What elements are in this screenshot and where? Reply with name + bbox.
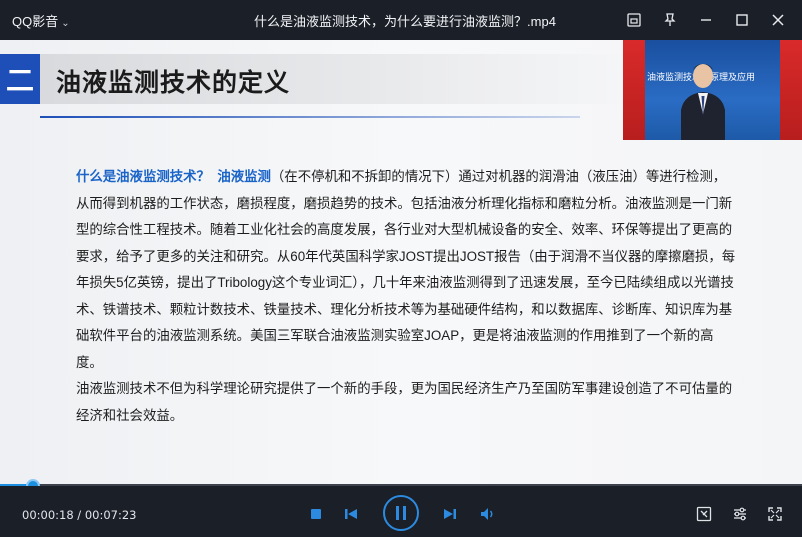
video-area[interactable]: 二 油液监测技术的定义 什么是油液监测技术？ 油液监测（在不停机和不拆卸的情况下… <box>0 40 802 486</box>
paragraph-1: 什么是油液监测技术？ 油液监测（在不停机和不拆卸的情况下）通过对机器的润滑油（液… <box>76 164 736 376</box>
title-bar: QQ影音 ⌄ 什么是油液监测技术，为什么要进行油液监测？.mp4 <box>0 0 802 40</box>
stop-button[interactable] <box>306 504 326 524</box>
header-underline <box>40 116 580 118</box>
window-controls <box>616 0 796 40</box>
app-menu[interactable]: QQ影音 ⌄ <box>12 11 70 30</box>
pin-icon[interactable] <box>652 0 688 40</box>
flag-left <box>623 40 645 140</box>
screenshot-icon <box>696 506 712 522</box>
highlight-term: 油液监测 <box>217 169 271 184</box>
slide-body: 什么是油液监测技术？ 油液监测（在不停机和不拆卸的情况下）通过对机器的润滑油（液… <box>76 164 736 429</box>
settings-icon <box>734 507 746 521</box>
fullscreen-button[interactable] <box>764 504 786 524</box>
player-window: QQ影音 ⌄ 什么是油液监测技术，为什么要进行油液监测？.mp4 二 油液监测技… <box>0 0 802 537</box>
fullscreen-icon <box>768 507 782 521</box>
previous-icon <box>345 509 357 519</box>
time-separator: / <box>73 508 85 522</box>
previous-button[interactable] <box>341 504 361 524</box>
stop-icon <box>311 509 321 519</box>
speaker-figure <box>681 64 725 140</box>
slide-title: 油液监测技术的定义 <box>56 69 291 97</box>
capture-button[interactable] <box>693 504 715 524</box>
flag-right <box>780 40 802 140</box>
pause-icon <box>383 495 419 531</box>
next-icon <box>444 509 456 519</box>
control-bar: 00:00:18 / 00:07:23 <box>0 486 802 537</box>
next-button[interactable] <box>440 504 460 524</box>
paragraph-1-text: （在不停机和不拆卸的情况下）通过对机器的润滑油（液压油）等进行检测，从而得到机器… <box>76 169 736 370</box>
app-name: QQ影音 <box>12 14 59 29</box>
paragraph-2: 油液监测技术不但为科学理论研究提供了一个新的手段，更为国民经济生产乃至国防军事建… <box>76 381 733 423</box>
speaker-overlay: 油液监测技术的原理及应用 <box>623 40 802 140</box>
highlight-question: 什么是油液监测技术？ <box>76 169 210 184</box>
screenshot-icon[interactable] <box>616 0 652 40</box>
close-icon[interactable] <box>760 0 796 40</box>
section-number: 二 <box>0 54 40 104</box>
volume-button[interactable] <box>477 504 499 524</box>
chevron-down-icon: ⌄ <box>61 18 70 29</box>
current-time: 00:00:18 <box>22 508 74 522</box>
window-title: 什么是油液监测技术，为什么要进行油液监测？.mp4 <box>254 14 556 29</box>
pause-button[interactable] <box>382 494 420 532</box>
settings-button[interactable] <box>729 504 751 524</box>
total-time: 00:07:23 <box>84 508 137 522</box>
time-display: 00:00:18 / 00:07:23 <box>22 508 137 522</box>
volume-icon <box>481 508 493 520</box>
minimize-icon[interactable] <box>688 0 724 40</box>
maximize-icon[interactable] <box>724 0 760 40</box>
